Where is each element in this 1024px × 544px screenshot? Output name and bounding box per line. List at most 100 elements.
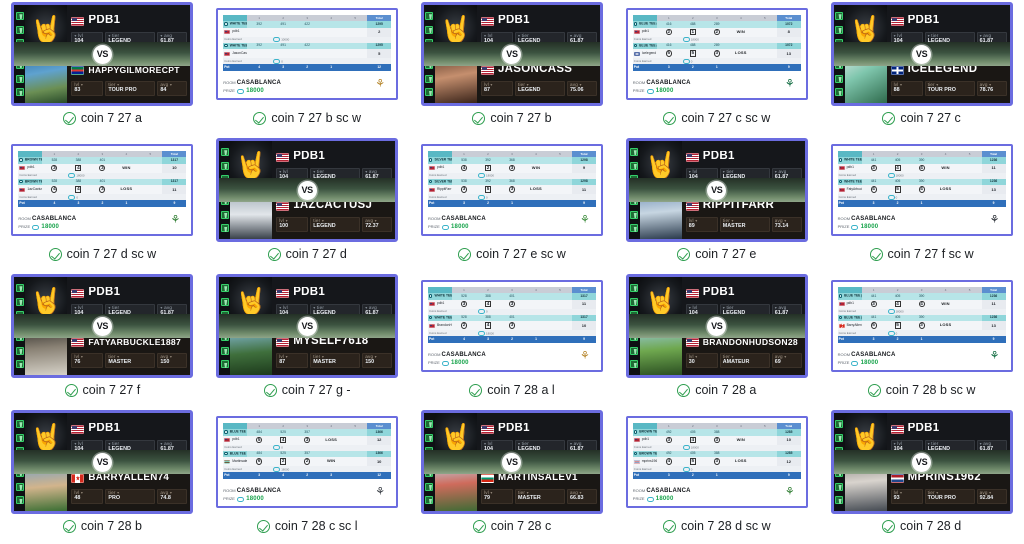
thumbnail-image[interactable]: PDB1▾ lvl104▾ tierLEGEND▾ avg61.87VSBARR… xyxy=(0,408,205,516)
hole-score xyxy=(523,299,548,309)
match-card[interactable]: PDB1▾ lvl104▾ tierLEGEND▾ avg61.87VSFATY… xyxy=(11,274,194,378)
thumbnail-image[interactable]: PDB1▾ lvl104▾ tierLEGEND▾ avg61.87VSICEL… xyxy=(819,0,1024,108)
match-card[interactable]: PDB1▾ lvl104▾ tierLEGEND▾ avg61.87VSMYSE… xyxy=(216,274,399,378)
thumbnail-caption: coin 7 27 c sc w xyxy=(663,111,770,125)
thumbnail-cell[interactable]: PDB1▾ lvl104▾ tierLEGEND▾ avg61.87VSRIPP… xyxy=(614,136,819,272)
thumbnail-cell[interactable]: PDB1▾ lvl104▾ tierLEGEND▾ avg61.87VSMYSE… xyxy=(205,272,410,408)
scorecard-card[interactable]: 12345TotalBLUE TEE (3 HOLES)441405390123… xyxy=(830,280,1013,372)
thumbnail-cell[interactable]: PDB1▾ lvl104▾ tierLEGEND▾ avg61.87VSJASO… xyxy=(410,0,615,136)
thumbnail-cell[interactable]: 12345TotalBLUE TEE (3 HOLES)416488289107… xyxy=(614,0,819,136)
course-logo-icon: ⚘ xyxy=(989,350,1000,363)
country-flag-icon xyxy=(890,473,904,483)
scorecard-card[interactable]: 12345TotalWHITE TEE (3 HOLES)39249142212… xyxy=(216,8,399,100)
hole-score: 3 xyxy=(499,299,524,309)
thumbnail-cell[interactable]: 12345TotalWHITE TEE (3 HOLES)44140539012… xyxy=(819,136,1024,272)
scorecard-card[interactable]: 12345TotalBLUE TEE (3 HOLES)484525357136… xyxy=(216,416,399,508)
thumbnail-image[interactable]: 12345TotalSILVER TEE (3 HOLES)5383923681… xyxy=(410,136,615,244)
prize-value: 18000 xyxy=(451,360,469,367)
thumbnail-cell[interactable]: 12345TotalSILVER TEE (3 HOLES)5383923681… xyxy=(410,136,615,272)
scorecard-card[interactable]: 12345TotalWHITE TEE (3 HOLES)52838840113… xyxy=(420,280,603,372)
thumbnail-cell[interactable]: PDB1▾ lvl104▾ tierLEGEND▾ avg61.87VSHAPP… xyxy=(0,0,205,136)
thumbnail-cell[interactable]: PDB1▾ lvl104▾ tierLEGEND▾ avg61.87VSFATY… xyxy=(0,272,205,408)
thumbnail-image[interactable]: 12345TotalBLUE TEE (3 HOLES)484525357136… xyxy=(205,408,410,516)
scorecard-card[interactable]: 12345TotalBROWN TEE (3 HOLES)49240538812… xyxy=(625,416,808,508)
thumbnail-cell[interactable]: PDB1▾ lvl104▾ tierLEGEND▾ avg61.87VSBARR… xyxy=(0,408,205,544)
thumbnail-cell[interactable]: PDB1▾ lvl104▾ tierLEGEND▾ avg61.87VSMPRI… xyxy=(819,408,1024,544)
country-flag-icon xyxy=(71,288,85,298)
thumbnail-image[interactable]: 12345TotalWHITE TEE (3 HOLES)44140539012… xyxy=(819,136,1024,244)
stat-tier: tier ▾ MASTER xyxy=(105,352,156,368)
sort-arrow-icon: ▾ xyxy=(169,81,173,87)
player-stats: lvl ▾ 100 tier ▾ LEGEND avg ▾ 72.37 xyxy=(276,216,393,232)
sort-arrow-icon: ▾ xyxy=(117,353,120,359)
country-flag-icon xyxy=(276,288,290,298)
thumbnail-image[interactable]: PDB1▾ lvl104▾ tierLEGEND▾ avg61.87VSJASO… xyxy=(410,0,615,108)
player-total: 10 xyxy=(571,321,596,331)
hole-score xyxy=(319,49,344,59)
thumbnail-image[interactable]: PDB1▾ lvl104▾ tierLEGEND▾ avg61.87VSMPRI… xyxy=(819,408,1024,516)
match-card[interactable]: PDB1▾ lvl104▾ tierLEGEND▾ avg61.87VSRIPP… xyxy=(625,138,808,242)
thumbnail-image[interactable]: PDB1▾ lvl104▾ tierLEGEND▾ avg61.87VSHAPP… xyxy=(0,0,205,108)
stat-average: avg ▾ 75.06 xyxy=(566,80,597,96)
scorecard-card[interactable]: 12345TotalBROWN TEE (3 HOLES)52838840113… xyxy=(11,144,194,236)
thumbnail-cell[interactable]: 12345TotalBROWN TEE (3 HOLES)49240538812… xyxy=(614,408,819,544)
scorecard-card[interactable]: 12345TotalSILVER TEE (3 HOLES)5383923681… xyxy=(420,144,603,236)
thumbnail-cell[interactable]: 12345TotalBLUE TEE (3 HOLES)484525357136… xyxy=(205,408,410,544)
thumbnail-image[interactable]: PDB1▾ lvl104▾ tierLEGEND▾ avg61.87VSRIPP… xyxy=(614,136,819,244)
thumbnail-image[interactable]: 12345TotalBLUE TEE (3 HOLES)416488289107… xyxy=(614,0,819,108)
thumbnail-cell[interactable]: 12345TotalWHITE TEE (3 HOLES)52838840113… xyxy=(410,272,615,408)
sort-arrow-icon: ▾ xyxy=(490,81,493,87)
match-card[interactable]: PDB1▾ lvl104▾ tierLEGEND▾ avg61.87VSHAPP… xyxy=(11,2,194,106)
scorecard-card[interactable]: 12345TotalBLUE TEE (3 HOLES)416488289107… xyxy=(625,8,808,100)
hole-score xyxy=(319,27,344,37)
thumbnail-cell[interactable]: PDB1▾ lvl104▾ tierLEGEND▾ avg61.87VSMART… xyxy=(410,408,615,544)
thumbnail-image[interactable]: 12345TotalBROWN TEE (3 HOLES)49240538812… xyxy=(614,408,819,516)
thumbnail-cell[interactable]: 12345TotalWHITE TEE (3 HOLES)39249142212… xyxy=(205,0,410,136)
versus-strip: VS xyxy=(219,178,396,202)
thumbnail-image[interactable]: PDB1▾ lvl104▾ tierLEGEND▾ avg61.87VSMYSE… xyxy=(205,272,410,380)
match-card[interactable]: PDB1▾ lvl104▾ tierLEGEND▾ avg61.87VSJASO… xyxy=(420,2,603,106)
thumbnail-cell[interactable]: PDB1▾ lvl104▾ tierLEGEND▾ avg61.87VSBRAN… xyxy=(614,272,819,408)
match-card[interactable]: PDB1▾ lvl104▾ tierLEGEND▾ avg61.87VSBARR… xyxy=(11,410,194,514)
caption-text: coin 7 27 d sc w xyxy=(66,247,157,261)
thumbnail-cell[interactable]: PDB1▾ lvl104▾ tierLEGEND▾ avg61.87VS1AZC… xyxy=(205,136,410,272)
caption-text: coin 7 27 f sc w xyxy=(887,247,974,261)
match-card[interactable]: PDB1▾ lvl104▾ tierLEGEND▾ avg61.87VSMPRI… xyxy=(830,410,1013,514)
match-card[interactable]: PDB1▾ lvl104▾ tierLEGEND▾ avg61.87VSMART… xyxy=(420,410,603,514)
stat-average: avg ▾ 150 xyxy=(362,352,393,368)
thumbnail-image[interactable]: 12345TotalWHITE TEE (3 HOLES)52838840113… xyxy=(410,272,615,380)
sort-arrow-icon: ▾ xyxy=(117,489,120,495)
sort-arrow-icon: ▾ xyxy=(579,81,582,87)
check-circle-icon xyxy=(472,519,486,533)
thumbnail-image[interactable]: PDB1▾ lvl104▾ tierLEGEND▾ avg61.87VS1AZC… xyxy=(205,136,410,244)
match-card[interactable]: PDB1▾ lvl104▾ tierLEGEND▾ avg61.87VS1AZC… xyxy=(216,138,399,242)
thumbnail-caption: coin 7 27 d xyxy=(267,247,347,261)
thumbnail-image[interactable]: PDB1▾ lvl104▾ tierLEGEND▾ avg61.87VSFATY… xyxy=(0,272,205,380)
coin-icon xyxy=(273,466,281,472)
thumbnail-cell[interactable]: 12345TotalBROWN TEE (3 HOLES)52838840113… xyxy=(0,136,205,272)
sort-arrow-icon: ▾ xyxy=(936,489,939,495)
scorecard-footer: ROOM CASABLANCA PRIZE 18000 ⚘ xyxy=(223,71,391,96)
thumbnail-image[interactable]: 12345TotalWHITE TEE (3 HOLES)39249142212… xyxy=(205,0,410,108)
match-card[interactable]: PDB1▾ lvl104▾ tierLEGEND▾ avg61.87VSICEL… xyxy=(830,2,1013,106)
thumbnail-image[interactable]: PDB1▾ lvl104▾ tierLEGEND▾ avg61.87VSBRAN… xyxy=(614,272,819,380)
sort-arrow-icon: ▾ xyxy=(784,217,787,223)
coin-icon xyxy=(682,58,690,64)
hole-score: 5 xyxy=(680,457,705,467)
room-line: ROOM CASABLANCA xyxy=(837,352,896,359)
hole-score xyxy=(957,163,982,173)
check-circle-icon xyxy=(472,111,486,125)
coin-icon xyxy=(887,173,895,179)
player-nameline: PDB1 xyxy=(276,149,392,166)
thumbnail-image[interactable]: PDB1▾ lvl104▾ tierLEGEND▾ avg61.87VSMART… xyxy=(410,408,615,516)
thumbnail-cell[interactable]: PDB1▾ lvl104▾ tierLEGEND▾ avg61.87VSICEL… xyxy=(819,0,1024,136)
scorecard-card[interactable]: 12345TotalWHITE TEE (3 HOLES)44140539012… xyxy=(830,144,1013,236)
thumbnail-cell[interactable]: 12345TotalBLUE TEE (3 HOLES)441405390123… xyxy=(819,272,1024,408)
stat-tier: tier ▾ MASTER xyxy=(310,352,361,368)
badge-icon xyxy=(425,433,434,442)
thumbnail-image[interactable]: 12345TotalBLUE TEE (3 HOLES)441405390123… xyxy=(819,272,1024,380)
thumbnail-image[interactable]: 12345TotalBROWN TEE (3 HOLES)52838840113… xyxy=(0,136,205,244)
match-result: WIN xyxy=(933,299,958,309)
match-card[interactable]: PDB1▾ lvl104▾ tierLEGEND▾ avg61.87VSBRAN… xyxy=(625,274,808,378)
badge-icon xyxy=(630,346,639,355)
